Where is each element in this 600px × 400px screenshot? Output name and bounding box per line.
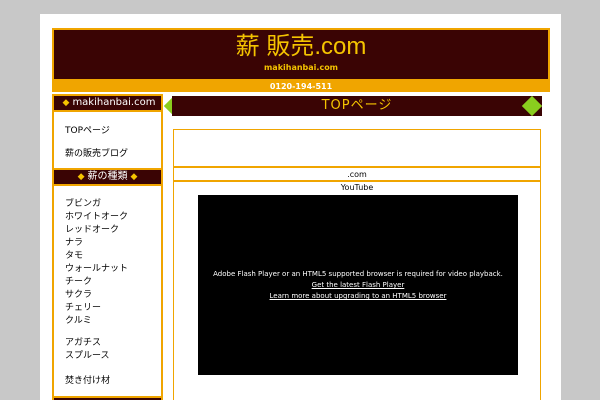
- video-section: YouTube Adobe Flash Player or an HTML5 s…: [173, 181, 541, 400]
- diamond-icon: ◆: [77, 172, 85, 182]
- sidebar-item-wood[interactable]: チェリー: [65, 300, 101, 313]
- sidebar-item-blog[interactable]: 薪の販売ブログ: [65, 146, 128, 159]
- sidebar-item-wood[interactable]: サクラ: [65, 287, 92, 300]
- sidebar-next-heading: ◆: [52, 396, 163, 400]
- sidebar: ◆ makihanbai.com TOPページ 薪の販売ブログ ◆ 薪の種類 ◆ ブビ…: [52, 94, 163, 400]
- phone-number: 0120-194-511: [52, 81, 550, 92]
- diamond-icon: ◆: [62, 98, 70, 108]
- video-player[interactable]: Adobe Flash Player or an HTML5 supported…: [198, 195, 518, 375]
- content-banner-box: [173, 129, 541, 167]
- sidebar-item-kindling[interactable]: 焚き付け材: [65, 373, 110, 386]
- sidebar-item-wood[interactable]: チーク: [65, 274, 92, 287]
- site-header: 薪 販売.com makihanbai.com: [52, 28, 550, 81]
- section-label: .com: [173, 167, 541, 181]
- sidebar-item-wood[interactable]: レッドオーク: [65, 222, 119, 235]
- get-flash-link[interactable]: Get the latest Flash Player: [198, 280, 518, 291]
- sidebar-brand-heading: ◆ makihanbai.com: [52, 94, 163, 112]
- html5-info-link[interactable]: Learn more about upgrading to an HTML5 b…: [198, 291, 518, 302]
- sidebar-item-wood[interactable]: クルミ: [65, 313, 92, 326]
- sidebar-item-wood[interactable]: ウォールナット: [65, 261, 128, 274]
- video-fallback-message: Adobe Flash Player or an HTML5 supported…: [198, 269, 518, 302]
- video-required-text: Adobe Flash Player or an HTML5 supported…: [213, 270, 503, 278]
- site-title[interactable]: 薪 販売.com: [54, 33, 548, 61]
- page-container: 薪 販売.com makihanbai.com 0120-194-511 ◆ ma…: [40, 14, 561, 400]
- sidebar-item-softwood[interactable]: アガチス: [65, 335, 101, 348]
- sidebar-item-wood[interactable]: ナラ: [65, 235, 83, 248]
- sidebar-item-softwood[interactable]: スプルース: [65, 348, 110, 361]
- video-label: YouTube: [340, 183, 374, 192]
- diamond-icon: ◆: [130, 172, 138, 182]
- sidebar-brand-label: makihanbai.com: [72, 97, 156, 108]
- sidebar-item-wood[interactable]: ブビンガ: [65, 196, 101, 209]
- site-subtitle: makihanbai.com: [263, 63, 339, 72]
- wood-types-heading: ◆ 薪の種類 ◆: [52, 168, 163, 186]
- sidebar-item-wood[interactable]: ホワイトオーク: [65, 209, 128, 222]
- page-title: TOPページ: [172, 96, 542, 116]
- sidebar-item-top[interactable]: TOPページ: [65, 123, 110, 136]
- sidebar-item-wood[interactable]: タモ: [65, 248, 83, 261]
- wood-types-heading-label: 薪の種類: [87, 171, 128, 182]
